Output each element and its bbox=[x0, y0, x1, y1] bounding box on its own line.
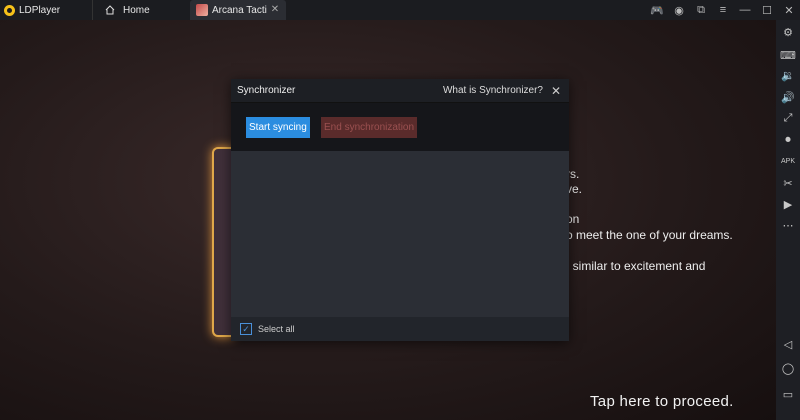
dialog-footer: ✓ Select all bbox=[231, 317, 569, 341]
media-play-icon[interactable]: ▶ bbox=[780, 196, 796, 212]
more-icon[interactable]: ⋯ bbox=[780, 217, 796, 233]
tab-game-label: Arcana Tacti… bbox=[212, 4, 268, 16]
minimize-icon[interactable]: — bbox=[734, 0, 756, 20]
menu-icon[interactable]: ≡ bbox=[712, 0, 734, 20]
tap-to-proceed[interactable]: Tap here to proceed. bbox=[590, 393, 734, 410]
dialog-title: Synchronizer bbox=[237, 85, 296, 96]
home-icon bbox=[105, 5, 115, 15]
multi-window-icon[interactable]: ⧉ bbox=[690, 0, 712, 20]
what-is-synchronizer-link[interactable]: What is Synchronizer? bbox=[443, 85, 543, 96]
select-all-label[interactable]: Select all bbox=[258, 324, 295, 334]
tab-arcana-tactics[interactable]: Arcana Tacti… ✕ bbox=[190, 0, 286, 20]
window-controls: 🎮 ◉ ⧉ ≡ — ☐ ✕ bbox=[646, 0, 800, 20]
scissors-icon[interactable]: ✂ bbox=[780, 175, 796, 191]
game-app-icon bbox=[196, 4, 208, 16]
window-close-icon[interactable]: ✕ bbox=[778, 0, 800, 20]
back-icon[interactable]: ◁ bbox=[780, 336, 796, 352]
resize-icon[interactable]: ⤢ bbox=[780, 110, 796, 126]
ldplayer-logo-icon bbox=[4, 4, 15, 16]
settings-icon[interactable]: ⚙ bbox=[780, 24, 796, 40]
tab-home-label: Home bbox=[123, 4, 150, 16]
dialog-close-icon[interactable]: ✕ bbox=[549, 84, 563, 98]
right-toolbar: ⚙ ⌨ 🔉 🔊 ⤢ ⏺ APK ✂ ▶ ⋯ ◁ ◯ ▭ bbox=[776, 20, 800, 420]
dialog-toolbar: Start syncing End synchronization bbox=[231, 103, 569, 151]
tab-close-icon[interactable]: ✕ bbox=[268, 3, 282, 17]
user-icon[interactable]: ◉ bbox=[668, 0, 690, 20]
instance-list bbox=[231, 151, 569, 318]
title-bar: LDPlayer Home Arcana Tacti… ✕ 🎮 ◉ ⧉ ≡ — … bbox=[0, 0, 800, 20]
dialog-header: Synchronizer What is Synchronizer? ✕ bbox=[231, 79, 569, 103]
volume-up-icon[interactable]: 🔊 bbox=[780, 89, 796, 105]
home-icon[interactable]: ◯ bbox=[780, 360, 796, 376]
maximize-icon[interactable]: ☐ bbox=[756, 0, 778, 20]
keyboard-icon[interactable]: ⌨ bbox=[780, 47, 796, 63]
select-all-checkbox[interactable]: ✓ bbox=[240, 323, 252, 335]
gamepad-icon[interactable]: 🎮 bbox=[646, 0, 668, 20]
apk-icon[interactable]: APK bbox=[780, 153, 796, 169]
screen-record-icon[interactable]: ⏺ bbox=[780, 132, 796, 148]
app-brand[interactable]: LDPlayer bbox=[0, 0, 92, 20]
synchronizer-dialog: Synchronizer What is Synchronizer? ✕ Sta… bbox=[231, 79, 569, 341]
start-syncing-button[interactable]: Start syncing bbox=[246, 117, 310, 138]
volume-down-icon[interactable]: 🔉 bbox=[780, 67, 796, 83]
recent-apps-icon[interactable]: ▭ bbox=[780, 386, 796, 402]
story-text-line: , similar to excitement and bbox=[566, 259, 706, 273]
end-synchronization-button[interactable]: End synchronization bbox=[321, 117, 418, 138]
tab-home[interactable]: Home bbox=[92, 0, 188, 20]
app-name: LDPlayer bbox=[19, 4, 61, 16]
story-text-line: o meet the one of your dreams. bbox=[566, 228, 733, 242]
